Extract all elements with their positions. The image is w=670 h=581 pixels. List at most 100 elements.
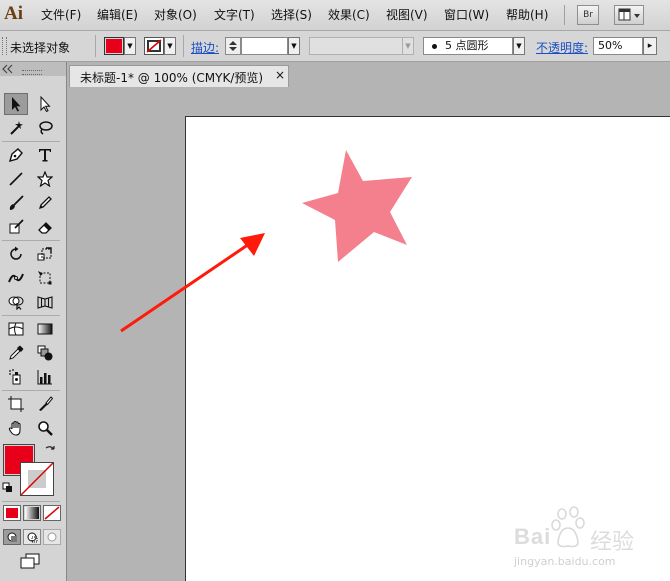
separator xyxy=(2,501,60,502)
gradient-tool[interactable] xyxy=(33,318,57,340)
type-t-icon xyxy=(39,149,51,162)
stroke-weight-dropdown[interactable]: ▼ xyxy=(288,37,300,55)
menu-help[interactable]: 帮助(H) xyxy=(506,7,548,23)
workspace-switcher-button[interactable] xyxy=(614,5,644,25)
lasso-tool[interactable] xyxy=(33,117,57,139)
control-bar: 未选择对象 ▼ ▼ 描边: ▼ ▼ 5 点圆形 ▼ 不透明度: 50% ▸ xyxy=(0,31,670,62)
menu-type[interactable]: 文字(T) xyxy=(214,7,255,23)
paintbrush-icon xyxy=(9,195,24,210)
mesh-tool[interactable] xyxy=(4,318,28,340)
stroke-dropdown[interactable]: ▼ xyxy=(164,37,176,55)
screen-mode-button[interactable] xyxy=(19,553,41,569)
screen-mode-icon xyxy=(20,553,40,569)
stroke-weight-input[interactable] xyxy=(241,37,288,55)
blob-brush-tool[interactable] xyxy=(4,216,28,238)
draw-behind-button[interactable] xyxy=(23,529,41,545)
symbol-sprayer-icon xyxy=(9,369,21,385)
fill-swatch[interactable] xyxy=(104,37,124,55)
panel-grip[interactable] xyxy=(22,70,42,75)
menu-file[interactable]: 文件(F) xyxy=(41,7,81,23)
app-logo: Ai xyxy=(4,3,23,24)
perspective-grid-tool[interactable] xyxy=(33,291,57,313)
slice-tool[interactable] xyxy=(33,393,57,415)
default-fill-stroke-icon[interactable] xyxy=(2,482,14,494)
artboard-icon xyxy=(8,396,24,412)
solid-color-icon xyxy=(6,508,18,518)
brush-definition-dropdown[interactable]: ▼ xyxy=(513,37,525,55)
swap-fill-stroke-icon[interactable] xyxy=(44,444,56,456)
blend-tool[interactable] xyxy=(33,342,57,364)
free-transform-tool[interactable] xyxy=(33,267,57,289)
zoom-tool[interactable] xyxy=(33,417,57,439)
menu-view[interactable]: 视图(V) xyxy=(386,7,428,23)
bridge-button[interactable]: Br xyxy=(577,5,599,25)
stroke-weight-stepper[interactable] xyxy=(225,37,241,55)
eyedropper-tool[interactable] xyxy=(4,342,28,364)
menu-window[interactable]: 窗口(W) xyxy=(444,7,489,23)
draw-normal-button[interactable] xyxy=(3,529,21,545)
symbol-sprayer-tool[interactable] xyxy=(4,366,28,388)
type-tool[interactable] xyxy=(33,144,57,166)
color-mode-button[interactable] xyxy=(3,505,21,521)
pencil-tool[interactable] xyxy=(33,192,57,214)
magic-wand-tool[interactable] xyxy=(4,117,28,139)
fill-color-chip xyxy=(106,39,122,53)
document-tab[interactable]: 未标题-1* @ 100% (CMYK/预览) × xyxy=(69,65,289,87)
gradient-mode-button[interactable] xyxy=(23,505,41,521)
rotate-tool[interactable] xyxy=(4,243,28,265)
variable-width-profile[interactable] xyxy=(309,37,403,55)
stroke-color-box[interactable] xyxy=(20,462,54,496)
menu-object[interactable]: 对象(O) xyxy=(154,7,197,23)
selection-arrow-icon xyxy=(12,97,21,112)
control-bar-grip[interactable] xyxy=(2,37,7,55)
brush-definition-field[interactable]: 5 点圆形 xyxy=(423,37,513,55)
selection-tool[interactable] xyxy=(4,93,28,115)
star-tool[interactable] xyxy=(33,168,57,190)
stroke-swatch[interactable] xyxy=(144,37,164,55)
separator xyxy=(95,35,96,57)
rotate-icon xyxy=(10,246,22,260)
no-stroke-icon xyxy=(21,463,53,495)
artboard-tool[interactable] xyxy=(4,393,28,415)
hand-tool[interactable] xyxy=(4,417,28,439)
draw-normal-icon xyxy=(7,532,17,542)
paintbrush-tool[interactable] xyxy=(4,192,28,214)
pencil-icon xyxy=(38,196,52,210)
opacity-stepper[interactable]: ▸ xyxy=(643,37,657,55)
shape-builder-tool[interactable] xyxy=(4,291,28,313)
slice-knife-icon xyxy=(39,396,53,411)
hand-icon xyxy=(8,420,21,436)
width-tool[interactable] xyxy=(4,267,28,289)
menu-effect[interactable]: 效果(C) xyxy=(328,7,370,23)
tools-panel xyxy=(0,62,67,581)
line-segment-tool[interactable] xyxy=(4,168,28,190)
tools-panel-header[interactable] xyxy=(0,62,66,76)
draw-inside-button[interactable] xyxy=(43,529,61,545)
document-tab-close[interactable]: × xyxy=(275,68,285,82)
stroke-panel-link[interactable]: 描边: xyxy=(191,39,219,56)
pen-tool[interactable] xyxy=(4,144,28,166)
fill-dropdown[interactable]: ▼ xyxy=(124,37,136,55)
brush-definition-value: 5 点圆形 xyxy=(445,39,489,52)
none-mode-button[interactable] xyxy=(43,505,61,521)
width-tool-icon xyxy=(8,273,24,283)
scale-tool[interactable] xyxy=(33,243,57,265)
menu-select[interactable]: 选择(S) xyxy=(271,7,312,23)
eraser-tool[interactable] xyxy=(33,216,57,238)
column-graph-tool[interactable] xyxy=(33,366,57,388)
lasso-icon xyxy=(39,121,53,135)
opacity-panel-link[interactable]: 不透明度: xyxy=(536,39,588,56)
opacity-input[interactable]: 50% xyxy=(593,37,643,55)
star-icon xyxy=(37,171,53,187)
no-stroke-icon xyxy=(146,39,162,53)
scale-icon xyxy=(37,247,52,261)
document-tab-title: 未标题-1* @ 100% (CMYK/预览) xyxy=(80,71,264,85)
menu-edit[interactable]: 编辑(E) xyxy=(97,7,138,23)
separator xyxy=(2,315,60,316)
variable-width-dropdown[interactable]: ▼ xyxy=(402,37,414,55)
collapse-panel-icon[interactable] xyxy=(2,64,14,74)
direct-selection-tool[interactable] xyxy=(33,93,57,115)
separator xyxy=(2,240,60,241)
magnifier-icon xyxy=(38,421,53,436)
eraser-icon xyxy=(38,222,52,234)
